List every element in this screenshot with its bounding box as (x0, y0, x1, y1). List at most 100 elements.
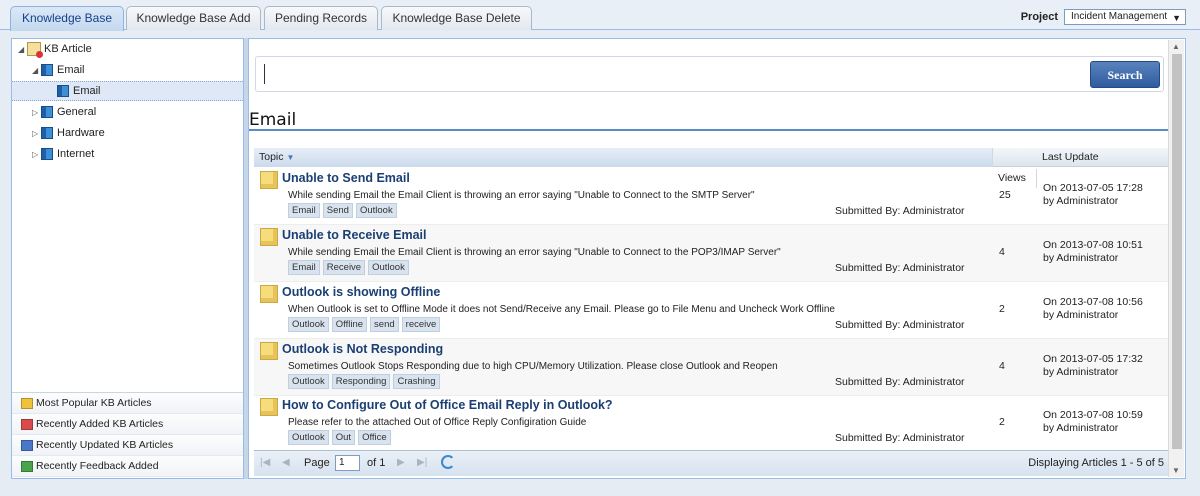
tag[interactable]: Outlook (288, 317, 329, 332)
scrollbar-thumb[interactable] (1172, 54, 1182, 449)
article-description: While sending Email the Email Client is … (288, 190, 755, 201)
submitted-by: Submitted By: Administrator (835, 205, 965, 217)
expand-triangle-icon[interactable]: ▷ (32, 129, 41, 138)
sort-desc-icon: ▼ (286, 153, 295, 162)
tree-label: Email (57, 64, 85, 76)
last-update-by: by Administrator (1043, 195, 1119, 207)
article-note-icon (260, 228, 278, 246)
tag-list: Outlook Out Office (288, 430, 391, 445)
article-note-icon (260, 398, 278, 416)
title-divider (249, 129, 1168, 131)
page-number-input[interactable]: 1 (335, 455, 360, 471)
article-title[interactable]: How to Configure Out of Office Email Rep… (282, 398, 613, 412)
tree-node-internet[interactable]: ▷ Internet (12, 144, 243, 164)
book-icon (41, 127, 53, 139)
first-page-icon[interactable]: |◀ (260, 457, 270, 468)
table-row[interactable]: Unable to Receive Email While sending Em… (254, 225, 1168, 282)
tag[interactable]: Outlook (288, 374, 329, 389)
search-button[interactable]: Search (1090, 61, 1160, 88)
collapse-triangle-icon[interactable]: ◢ (18, 45, 27, 54)
collapse-triangle-icon[interactable]: ◢ (32, 66, 41, 75)
views-count: 2 (999, 303, 1005, 315)
tab-knowledge-base-add[interactable]: Knowledge Base Add (126, 6, 261, 30)
views-count: 25 (999, 189, 1011, 201)
link-recently-added[interactable]: Recently Added KB Articles (12, 414, 243, 435)
tag[interactable]: Outlook (288, 430, 329, 445)
next-page-icon[interactable]: ▶ (397, 457, 405, 468)
article-title[interactable]: Unable to Receive Email (282, 228, 427, 242)
recently-added-icon (21, 418, 33, 430)
tag[interactable]: Email (288, 260, 320, 275)
prev-page-icon[interactable]: ◀ (282, 457, 290, 468)
refresh-icon[interactable] (441, 455, 455, 469)
article-title[interactable]: Unable to Send Email (282, 171, 410, 185)
last-update-by: by Administrator (1043, 309, 1119, 321)
link-recently-updated[interactable]: Recently Updated KB Articles (12, 435, 243, 456)
tree-node-kb-article[interactable]: ◢ KB Article (12, 39, 243, 59)
last-update-date: On 2013-07-08 10:59 (1043, 409, 1143, 421)
last-update-date: On 2013-07-08 10:51 (1043, 239, 1143, 251)
tag[interactable]: Crashing (393, 374, 440, 389)
expand-triangle-icon[interactable]: ▷ (32, 108, 41, 117)
tag[interactable]: Responding (331, 374, 391, 389)
tree-label: Email (73, 85, 101, 97)
table-row[interactable]: Outlook is showing Offline When Outlook … (254, 282, 1168, 339)
most-popular-icon (21, 397, 33, 409)
last-page-icon[interactable]: ▶| (417, 457, 427, 468)
link-label: Most Popular KB Articles (36, 397, 152, 409)
page-title: Email (249, 110, 297, 130)
recently-feedback-icon (21, 460, 33, 472)
link-label: Recently Added KB Articles (36, 418, 164, 430)
paging-toolbar: |◀ ◀ Page 1 of 1 ▶ ▶| Displaying Article… (254, 450, 1168, 476)
tag[interactable]: Send (322, 203, 353, 218)
tag[interactable]: Receive (322, 260, 366, 275)
submitted-by: Submitted By: Administrator (835, 319, 965, 331)
tag[interactable]: Office (358, 430, 391, 445)
vertical-scrollbar[interactable]: ▲ ▼ (1168, 40, 1184, 477)
grid-header: Topic ▼ Views Last Update (254, 148, 1168, 188)
tag[interactable]: Outlook (368, 260, 409, 275)
tag[interactable]: Out (331, 430, 356, 445)
tab-knowledge-base[interactable]: Knowledge Base (10, 6, 124, 31)
table-row[interactable]: Outlook is Not Responding Sometimes Outl… (254, 339, 1168, 396)
article-title[interactable]: Outlook is showing Offline (282, 285, 440, 299)
scroll-down-icon[interactable]: ▼ (1172, 466, 1180, 475)
tab-knowledge-base-delete[interactable]: Knowledge Base Delete (381, 6, 532, 30)
last-update-by: by Administrator (1043, 366, 1119, 378)
tag[interactable]: send (370, 317, 399, 332)
submitted-by: Submitted By: Administrator (835, 432, 965, 444)
column-header-last-update[interactable]: Last Update (1037, 148, 1168, 167)
link-most-popular[interactable]: Most Popular KB Articles (12, 393, 243, 414)
column-header-topic[interactable]: Topic ▼ (254, 148, 993, 167)
tree-label: Internet (57, 148, 95, 160)
tag[interactable]: Offline (331, 317, 368, 332)
last-update-date: On 2013-07-08 10:56 (1043, 296, 1143, 308)
top-tab-bar: Knowledge Base Knowledge Base Add Pendin… (0, 0, 1200, 31)
tag[interactable]: receive (401, 317, 441, 332)
expand-triangle-icon[interactable]: ▷ (32, 150, 41, 159)
column-label: Topic (259, 151, 284, 163)
kb-quick-links: Most Popular KB Articles Recently Added … (12, 392, 243, 477)
project-dropdown[interactable]: Incident Management ▼ (1064, 9, 1186, 25)
tree-node-general[interactable]: ▷ General (12, 102, 243, 122)
tag-list: Email Receive Outlook (288, 260, 409, 275)
search-input[interactable] (264, 64, 1074, 84)
tag[interactable]: Outlook (355, 203, 397, 218)
tree-node-hardware[interactable]: ▷ Hardware (12, 123, 243, 143)
table-row[interactable]: How to Configure Out of Office Email Rep… (254, 395, 1168, 452)
project-label: Project (1020, 11, 1058, 23)
views-count: 2 (999, 416, 1005, 428)
tree-label: General (57, 106, 97, 118)
article-title[interactable]: Outlook is Not Responding (282, 342, 443, 356)
table-row[interactable]: Unable to Send Email While sending Email… (254, 168, 1168, 225)
last-update-date: On 2013-07-05 17:28 (1043, 182, 1143, 194)
link-recently-feedback[interactable]: Recently Feedback Added (12, 456, 243, 477)
tree-node-email[interactable]: ◢ Email (12, 60, 243, 80)
last-update-by: by Administrator (1043, 252, 1119, 264)
tree-node-email-child[interactable]: Email (12, 81, 243, 101)
tab-pending-records[interactable]: Pending Records (264, 6, 378, 30)
dropdown-arrow-icon: ▼ (1172, 13, 1181, 23)
tag[interactable]: Email (288, 203, 320, 218)
scroll-up-icon[interactable]: ▲ (1172, 42, 1180, 51)
tree-label: Hardware (57, 127, 105, 139)
